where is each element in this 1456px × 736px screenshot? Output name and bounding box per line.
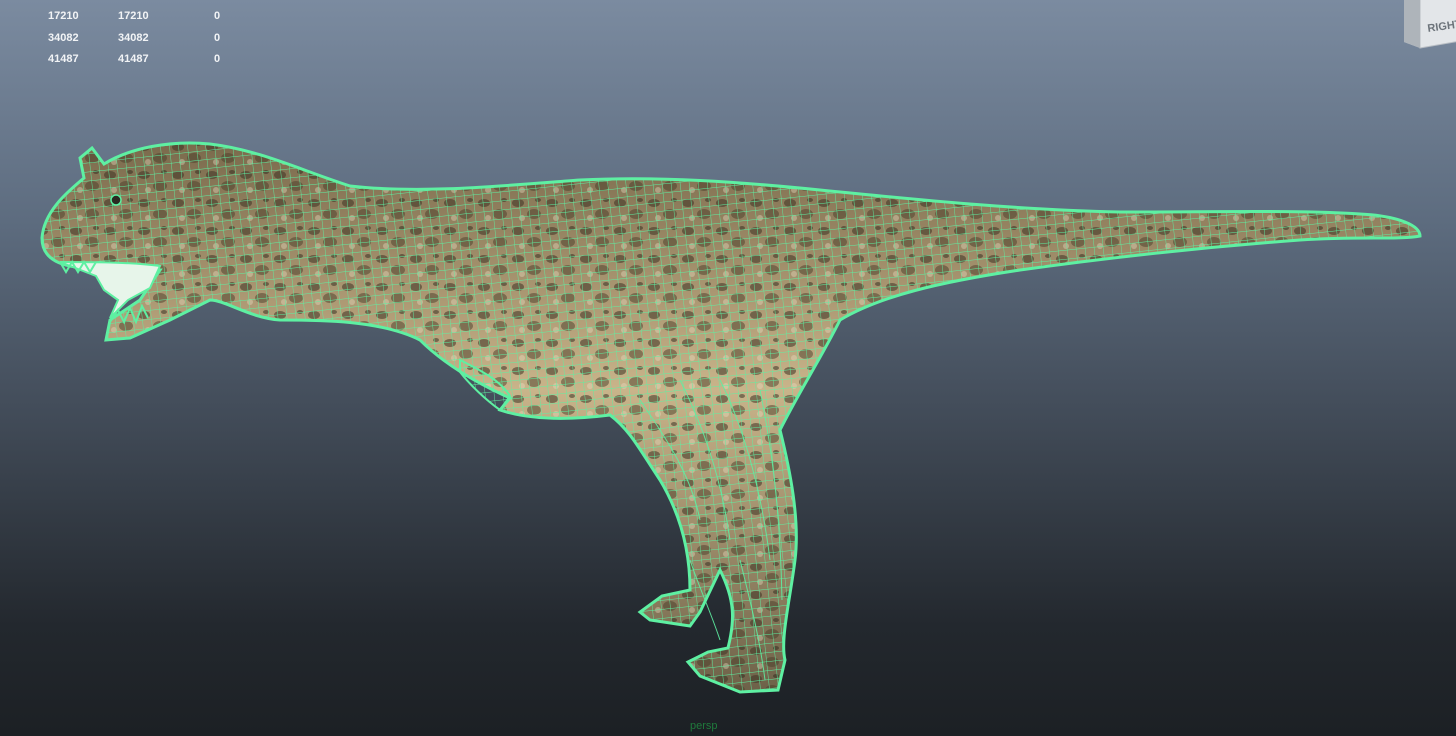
body-mesh (40, 141, 1422, 694)
camera-label: persp (690, 720, 718, 732)
viewport-persp[interactable]: 17210 17210 0 34082 34082 0 41487 41487 … (0, 0, 1456, 736)
dinosaur-model[interactable] (0, 0, 1456, 736)
